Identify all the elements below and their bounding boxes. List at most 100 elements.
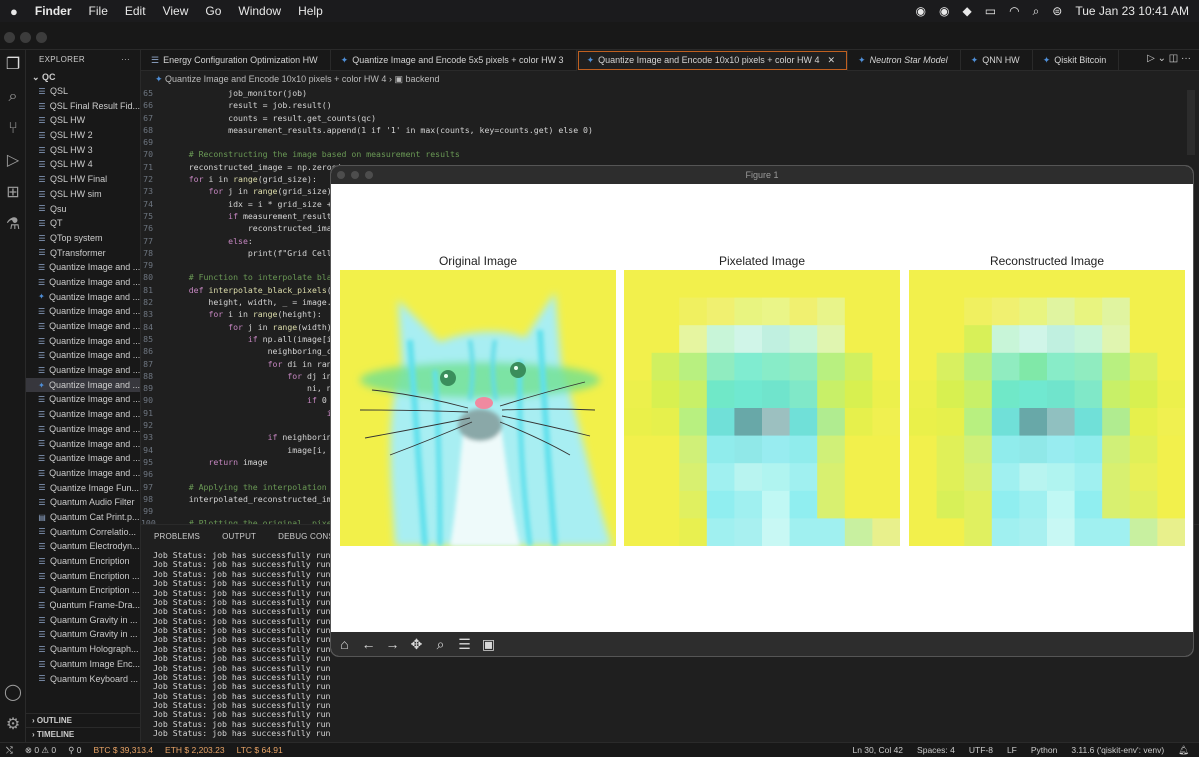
tab-output[interactable]: OUTPUT xyxy=(222,525,256,547)
file-item[interactable]: ☰ QSL HW 3 xyxy=(26,143,140,158)
file-item[interactable]: ☰ Quantize Image and ... xyxy=(26,319,140,334)
line-ending[interactable]: LF xyxy=(1007,745,1017,756)
close-window-button[interactable] xyxy=(4,32,15,43)
folder-root[interactable]: ⌄ QC xyxy=(26,70,140,84)
file-item[interactable]: ☰ QSL xyxy=(26,84,140,99)
split-editor-icon[interactable]: ◫ xyxy=(1169,53,1178,64)
app-menu[interactable]: Finder xyxy=(35,4,72,18)
menu-help[interactable]: Help xyxy=(298,4,323,18)
file-item[interactable]: ☰ Quantum Holograph... xyxy=(26,642,140,657)
tab-problems[interactable]: PROBLEMS xyxy=(154,525,200,547)
file-item[interactable]: ☰ Quantize Image and ... xyxy=(26,466,140,481)
file-item[interactable]: ☰ Quantize Image and ... xyxy=(26,260,140,275)
editor-tab[interactable]: ✦ Qiskit Bitcoin xyxy=(1033,50,1120,71)
menubar-clock[interactable]: Tue Jan 23 10:41 AM xyxy=(1075,4,1189,18)
vpn-icon[interactable]: ◆ xyxy=(963,4,972,18)
file-item[interactable]: ☰ QT xyxy=(26,216,140,231)
python-interpreter[interactable]: 3.11.6 ('qiskit-env': venv) xyxy=(1071,745,1164,756)
cursor-position[interactable]: Ln 30, Col 42 xyxy=(852,745,903,756)
file-item[interactable]: ☰ Quantize Image and ... xyxy=(26,334,140,349)
notifications-icon[interactable]: 🔔︎ xyxy=(1178,745,1189,756)
search-icon[interactable]: ⌕ xyxy=(4,88,22,106)
file-item[interactable]: ☰ Qsu xyxy=(26,202,140,217)
configure-subplots-icon[interactable]: ☰ xyxy=(456,636,473,653)
file-item[interactable]: ☰ Quantize Image and ... xyxy=(26,348,140,363)
minimap[interactable] xyxy=(1187,90,1195,155)
file-item[interactable]: ☰ Quantum Frame-Dra... xyxy=(26,598,140,613)
file-item[interactable]: ☰ Quantize Image and ... xyxy=(26,451,140,466)
menu-file[interactable]: File xyxy=(89,4,108,18)
control-center-icon[interactable]: ⊜ xyxy=(1052,4,1062,18)
editor-tab[interactable]: ✦ Quantize Image and Encode 10x10 pixels … xyxy=(576,50,849,71)
file-item[interactable]: ✦ Quantize Image and ... xyxy=(26,377,140,393)
forward-arrow-icon[interactable]: → xyxy=(384,636,401,653)
file-item[interactable]: ☰ Quantum Electrodyn... xyxy=(26,539,140,554)
status-icon[interactable]: ◉ xyxy=(916,4,926,18)
file-item[interactable]: ☰ Quantize Image and ... xyxy=(26,422,140,437)
btc-price[interactable]: BTC $ 39,313.4 xyxy=(94,745,154,755)
editor-tab[interactable]: ✦ Quantize Image and Encode 5x5 pixels + … xyxy=(331,50,577,71)
ports-status[interactable]: ⚲ 0 xyxy=(68,745,81,756)
file-item[interactable]: ☰ Quantize Image and ... xyxy=(26,275,140,290)
file-item[interactable]: ☰ Quantum Correlatio... xyxy=(26,525,140,540)
breadcrumb-file[interactable]: Quantize Image and Encode 10x10 pixels +… xyxy=(165,74,386,84)
search-icon[interactable]: ⌕ xyxy=(1033,4,1040,19)
more-actions-icon[interactable]: ··· xyxy=(1181,53,1191,64)
editor-tab[interactable]: ☰ Energy Configuration Optimization HW xyxy=(141,50,331,71)
zoom-window-button[interactable] xyxy=(365,171,373,179)
save-figure-icon[interactable]: ▣ xyxy=(480,636,497,653)
file-item[interactable]: ☰ Quantize Image Fun... xyxy=(26,481,140,496)
file-item[interactable]: ☰ Quantum Encription ... xyxy=(26,569,140,584)
file-item[interactable]: ☰ Quantize Image and ... xyxy=(26,437,140,452)
file-item[interactable]: ☰ Quantize Image and ... xyxy=(26,304,140,319)
run-debug-icon[interactable]: ▷ xyxy=(4,152,22,170)
timeline-section[interactable]: › TIMELINE xyxy=(26,727,140,741)
zoom-icon[interactable]: ⌕ xyxy=(432,636,449,653)
file-item[interactable]: ☰ Quantum Gravity in ... xyxy=(26,627,140,642)
close-icon[interactable]: ✕ xyxy=(828,50,836,71)
editor-tab[interactable]: ✦ QNN HW xyxy=(961,50,1033,71)
file-item[interactable]: ☰ Quantum Encription xyxy=(26,554,140,569)
menu-view[interactable]: View xyxy=(163,4,189,18)
menu-edit[interactable]: Edit xyxy=(125,4,146,18)
problems-status[interactable]: ⊗ 0 ⚠ 0 xyxy=(25,745,56,756)
file-item[interactable]: ☰ Quantize Image and ... xyxy=(26,407,140,422)
file-item[interactable]: ☰ Quantum Keyboard ... xyxy=(26,672,140,687)
battery-icon[interactable]: ▭ xyxy=(985,4,996,18)
file-item[interactable]: ☰ QTransformer xyxy=(26,246,140,261)
editor-tab[interactable]: ✦ Neutron Star Model xyxy=(848,50,961,71)
pan-icon[interactable]: ✥ xyxy=(408,636,425,653)
zoom-window-button[interactable] xyxy=(36,32,47,43)
status-icon[interactable]: ◉ xyxy=(939,4,949,18)
file-item[interactable]: ☰ Quantize Image and ... xyxy=(26,392,140,407)
file-item[interactable]: ☰ QSL HW 4 xyxy=(26,157,140,172)
wifi-icon[interactable]: ◠ xyxy=(1009,4,1019,18)
file-item[interactable]: ✦ Quantize Image and ... xyxy=(26,290,140,305)
indentation[interactable]: Spaces: 4 xyxy=(917,745,955,756)
ltc-price[interactable]: LTC $ 64.91 xyxy=(237,745,283,755)
file-item[interactable]: ▤ Quantum Cat Print.p... xyxy=(26,510,140,525)
more-actions-icon[interactable]: ··· xyxy=(121,50,140,70)
home-icon[interactable]: ⌂ xyxy=(336,636,353,653)
testing-icon[interactable]: ⚗ xyxy=(4,216,22,234)
settings-gear-icon[interactable]: ⚙ xyxy=(4,716,22,734)
extensions-icon[interactable]: ⊞ xyxy=(4,184,22,202)
apple-menu-icon[interactable]: ● xyxy=(10,4,18,19)
file-item[interactable]: ☰ QSL Final Result Fid... xyxy=(26,99,140,114)
file-item[interactable]: ☰ Quantize Image and ... xyxy=(26,363,140,378)
file-item[interactable]: ☰ QTop system xyxy=(26,231,140,246)
outline-section[interactable]: › OUTLINE xyxy=(26,713,140,727)
file-item[interactable]: ☰ QSL HW 2 xyxy=(26,128,140,143)
file-item[interactable]: ☰ Quantum Audio Filter xyxy=(26,495,140,510)
eth-price[interactable]: ETH $ 2,203.23 xyxy=(165,745,225,755)
chevron-down-icon[interactable]: ⌄ xyxy=(1158,53,1166,64)
explorer-icon[interactable]: ❐ xyxy=(4,56,22,74)
minimize-window-button[interactable] xyxy=(20,32,31,43)
file-item[interactable]: ☰ Quantum Image Enc... xyxy=(26,657,140,672)
minimize-window-button[interactable] xyxy=(351,171,359,179)
source-control-icon[interactable]: ⑂ xyxy=(4,120,22,138)
back-arrow-icon[interactable]: ← xyxy=(360,636,377,653)
run-icon[interactable]: ▷ xyxy=(1147,53,1155,64)
language-mode[interactable]: Python xyxy=(1031,745,1057,756)
menu-go[interactable]: Go xyxy=(205,4,221,18)
